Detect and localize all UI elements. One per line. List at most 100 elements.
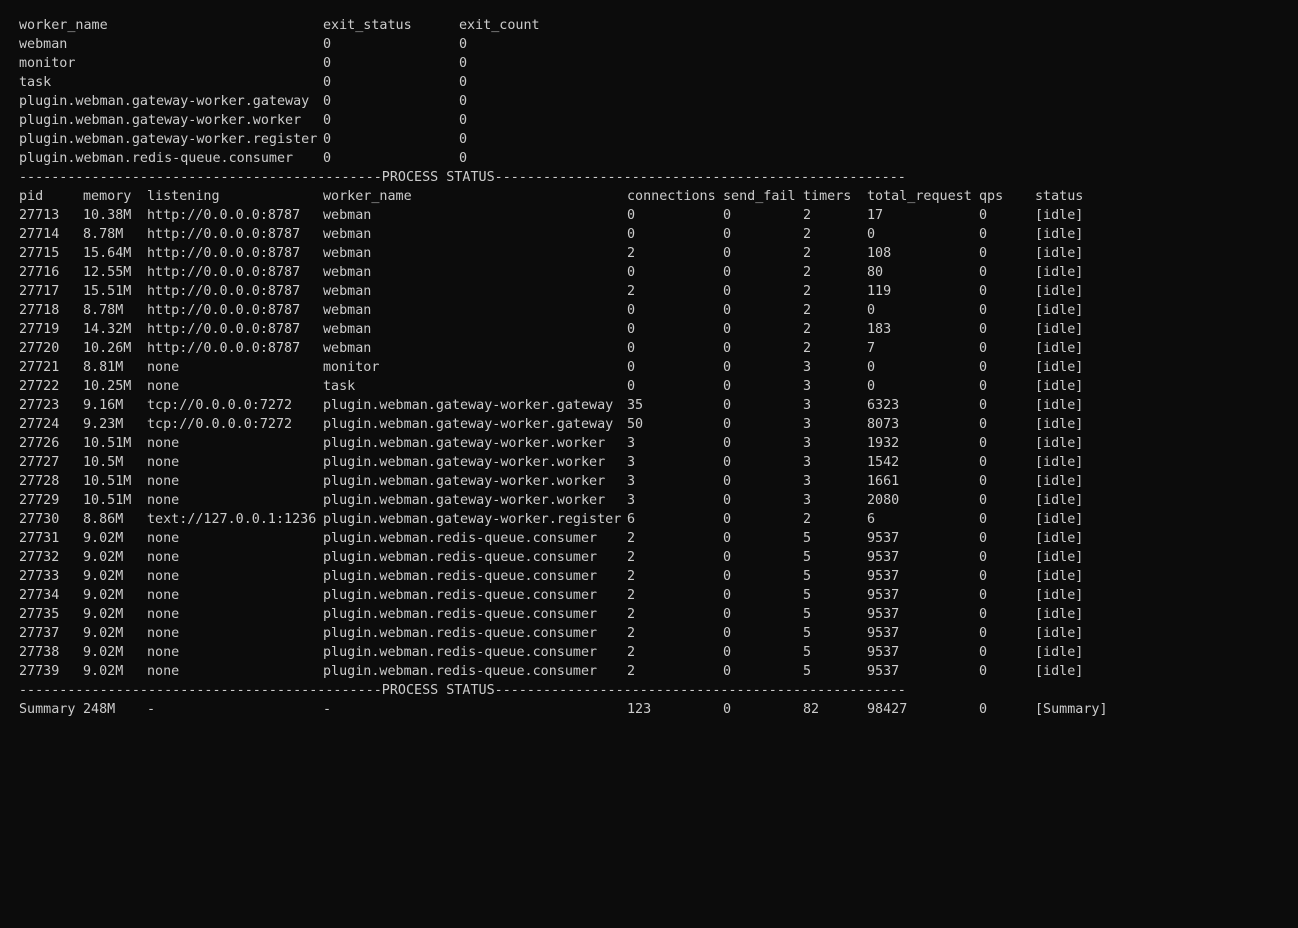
process-cell-timers: 2 — [803, 227, 812, 242]
process-cell-connections: 50 — [627, 417, 644, 432]
exit-header-exit-status: exit_status — [323, 18, 412, 33]
process-cell-qps: 0 — [979, 512, 988, 527]
process-cell-timers: 2 — [803, 341, 812, 356]
process-cell-total-request: 6323 — [867, 398, 900, 413]
process-cell-worker-name: monitor — [323, 360, 380, 375]
process-cell-timers: 3 — [803, 398, 812, 413]
process-cell-status: [idle] — [1035, 284, 1084, 299]
process-cell-memory: 9.23M — [83, 417, 124, 432]
exit-cell-worker-name: task — [19, 75, 52, 90]
process-cell-total-request: 9537 — [867, 531, 900, 546]
process-cell-qps: 0 — [979, 379, 988, 394]
process-cell-worker-name: plugin.webman.gateway-worker.register — [323, 512, 622, 527]
process-cell-total-request: 108 — [867, 246, 892, 261]
process-cell-qps: 0 — [979, 474, 988, 489]
process-cell-status: [idle] — [1035, 664, 1084, 679]
process-cell-pid: 27729 — [19, 493, 60, 508]
process-cell-total-request: 9537 — [867, 645, 900, 660]
process-cell-listening: none — [147, 436, 180, 451]
process-cell-memory: 8.86M — [83, 512, 124, 527]
exit-cell-exit-status: 0 — [323, 75, 332, 90]
process-header-qps: qps — [979, 189, 1004, 204]
process-cell-connections: 2 — [627, 531, 636, 546]
process-cell-pid: 27722 — [19, 379, 60, 394]
process-cell-send-fail: 0 — [723, 379, 732, 394]
exit-cell-exit-status: 0 — [323, 151, 332, 166]
process-cell-connections: 0 — [627, 341, 636, 356]
process-cell-pid: 27733 — [19, 569, 60, 584]
exit-header-exit-count: exit_count — [459, 18, 540, 33]
process-cell-connections: 2 — [627, 626, 636, 641]
process-cell-qps: 0 — [979, 569, 988, 584]
exit-cell-worker-name: plugin.webman.gateway-worker.worker — [19, 113, 302, 128]
process-cell-qps: 0 — [979, 588, 988, 603]
process-cell-memory: 10.25M — [83, 379, 132, 394]
divider-right-dashes: ----------------------------------------… — [494, 683, 906, 698]
process-cell-total-request: 1661 — [867, 474, 900, 489]
process-cell-timers: 2 — [803, 303, 812, 318]
process-cell-worker-name: plugin.webman.redis-queue.consumer — [323, 531, 598, 546]
process-cell-status: [idle] — [1035, 645, 1084, 660]
exit-cell-exit-count: 0 — [459, 56, 468, 71]
process-cell-timers: 2 — [803, 512, 812, 527]
process-cell-status: [idle] — [1035, 474, 1084, 489]
process-cell-pid: 27723 — [19, 398, 60, 413]
process-cell-memory: 8.78M — [83, 303, 124, 318]
process-cell-send-fail: 0 — [723, 246, 732, 261]
process-cell-send-fail: 0 — [723, 531, 732, 546]
process-cell-listening: none — [147, 588, 180, 603]
process-cell-send-fail: 0 — [723, 417, 732, 432]
process-status-divider-bottom: ----------------------------------------… — [19, 681, 906, 700]
exit-cell-worker-name: plugin.webman.redis-queue.consumer — [19, 151, 294, 166]
exit-cell-exit-count: 0 — [459, 132, 468, 147]
summary-connections: 123 — [627, 702, 652, 717]
process-cell-worker-name: plugin.webman.redis-queue.consumer — [323, 588, 598, 603]
process-cell-timers: 3 — [803, 360, 812, 375]
process-cell-pid: 27715 — [19, 246, 60, 261]
process-cell-status: [idle] — [1035, 417, 1084, 432]
divider-left-dashes: ----------------------------------------… — [19, 170, 382, 185]
process-cell-connections: 0 — [627, 379, 636, 394]
process-cell-pid: 27734 — [19, 588, 60, 603]
process-status-divider-top: ----------------------------------------… — [19, 168, 906, 187]
process-cell-total-request: 7 — [867, 341, 876, 356]
process-cell-connections: 2 — [627, 284, 636, 299]
process-cell-status: [idle] — [1035, 265, 1084, 280]
process-cell-memory: 9.16M — [83, 398, 124, 413]
process-cell-total-request: 0 — [867, 360, 876, 375]
process-cell-qps: 0 — [979, 626, 988, 641]
process-cell-total-request: 1542 — [867, 455, 900, 470]
process-header-timers: timers — [803, 189, 852, 204]
process-cell-memory: 10.51M — [83, 493, 132, 508]
process-cell-total-request: 9537 — [867, 607, 900, 622]
exit-cell-exit-status: 0 — [323, 113, 332, 128]
process-cell-memory: 10.51M — [83, 436, 132, 451]
process-cell-worker-name: plugin.webman.gateway-worker.worker — [323, 436, 606, 451]
summary-timers: 82 — [803, 702, 820, 717]
process-cell-memory: 8.81M — [83, 360, 124, 375]
process-cell-send-fail: 0 — [723, 265, 732, 280]
process-cell-total-request: 119 — [867, 284, 892, 299]
process-cell-send-fail: 0 — [723, 493, 732, 508]
process-cell-listening: tcp://0.0.0.0:7272 — [147, 398, 293, 413]
process-cell-worker-name: webman — [323, 208, 372, 223]
process-cell-connections: 0 — [627, 265, 636, 280]
summary-listening: - — [147, 702, 156, 717]
exit-cell-exit-count: 0 — [459, 113, 468, 128]
process-cell-pid: 27716 — [19, 265, 60, 280]
process-cell-timers: 2 — [803, 246, 812, 261]
process-cell-timers: 5 — [803, 550, 812, 565]
process-cell-timers: 5 — [803, 645, 812, 660]
process-cell-status: [idle] — [1035, 360, 1084, 375]
process-cell-send-fail: 0 — [723, 664, 732, 679]
process-cell-total-request: 0 — [867, 379, 876, 394]
process-cell-memory: 10.5M — [83, 455, 124, 470]
process-cell-connections: 0 — [627, 303, 636, 318]
process-cell-send-fail: 0 — [723, 284, 732, 299]
process-cell-qps: 0 — [979, 436, 988, 451]
process-cell-status: [idle] — [1035, 512, 1084, 527]
process-cell-worker-name: plugin.webman.redis-queue.consumer — [323, 550, 598, 565]
process-cell-qps: 0 — [979, 455, 988, 470]
process-cell-timers: 5 — [803, 607, 812, 622]
process-cell-connections: 3 — [627, 436, 636, 451]
